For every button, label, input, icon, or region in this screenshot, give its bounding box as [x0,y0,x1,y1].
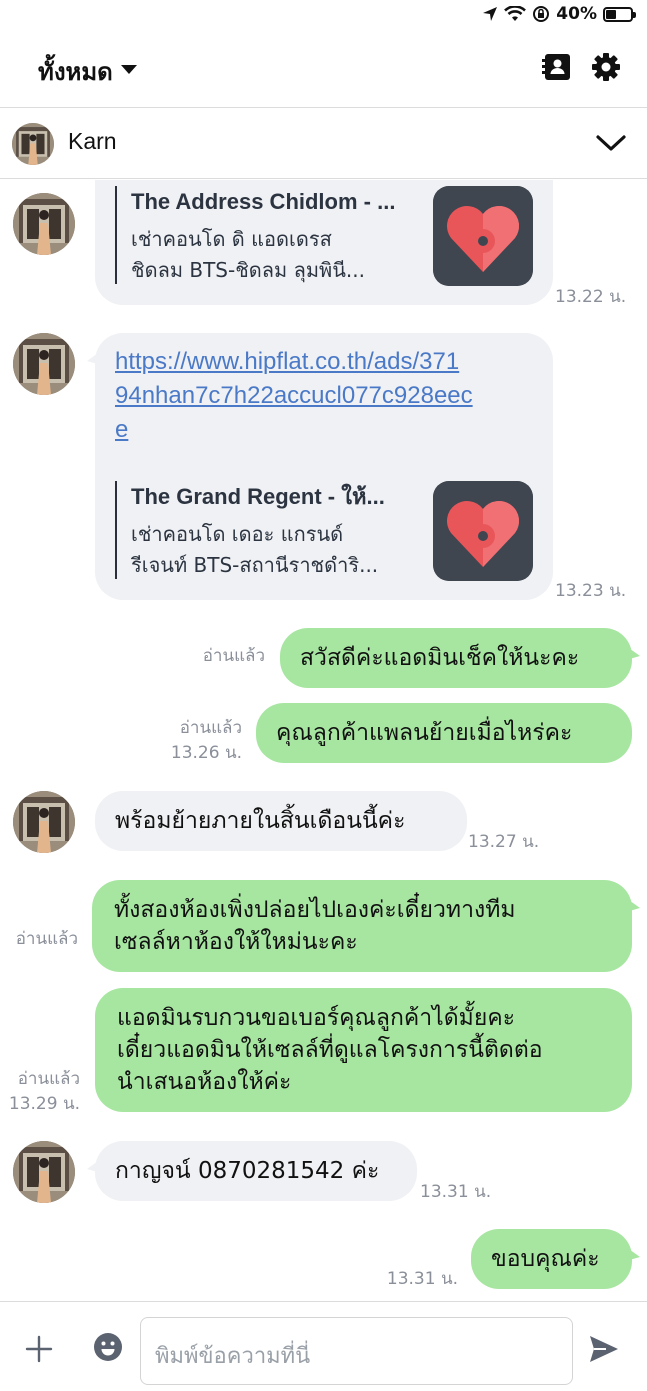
emoji-icon[interactable] [93,1332,123,1362]
preview-description: เช่าคอนโด ดิ แอดเดรส ชิดลม BTS-ชิดลม ลุม… [131,224,411,286]
message-time: 13.27 น. [468,832,540,852]
plus-icon[interactable] [24,1334,54,1364]
preview-description-line: ชิดลม BTS-ชิดลม ลุมพินี... [131,258,365,282]
outgoing-message[interactable]: แอดมินรบกวนขอเบอร์คุณลูกค้าได้มั้ยคะ เดี… [95,988,632,1112]
message-time: 13.26 น. [170,743,242,763]
outgoing-message[interactable]: คุณลูกค้าแพลนย้ายเมื่อไหร่คะ [256,703,632,763]
preview-title: The Grand Regent - ให้... [131,484,385,509]
app-header: ทั้งหมด [0,30,647,108]
message-text: เดี๋ยวแอดมินให้เซลล์ที่ดูแลโครงการนี้ติด… [117,1037,543,1063]
message-text: กาญจน์ 0870281542 ค่ะ [115,1158,380,1184]
incoming-message[interactable]: พร้อมย้ายภายในสิ้นเดือนนี้ค่ะ [95,791,467,851]
link-preview-message[interactable]: The Address Chidlom - ... เช่าคอนโด ดิ แ… [95,180,553,305]
incoming-message[interactable]: กาญจน์ 0870281542 ค่ะ [87,1141,417,1201]
read-receipt: อ่านแล้ว [17,1069,80,1089]
avatar[interactable] [12,123,54,165]
message-text: สวัสดีค่ะแอดมินเช็คให้นะคะ [300,645,580,671]
link-line[interactable]: e [115,413,535,447]
preview-description-line: เช่าคอนโด เดอะ แกรนด์ [131,522,344,546]
message-composer: พิมพ์ข้อความที่นี่ [0,1301,647,1391]
status-bar: 40% [0,0,647,30]
location-arrow-icon [483,7,498,21]
battery-icon [603,6,636,22]
contact-name: Karn [68,128,117,154]
message-input[interactable]: พิมพ์ข้อความที่นี่ [140,1317,573,1385]
read-receipt: อ่านแล้ว [15,929,78,949]
message-text: ทั้งสองห้องเพิ่งปล่อยไปเองค่ะเดี๋ยวทางที… [114,897,516,923]
message-link[interactable]: https://www.hipflat.co.th/ads/371 94nhan… [115,345,535,447]
message-list[interactable]: The Address Chidlom - ... เช่าคอนโด ดิ แ… [0,180,647,1300]
avatar [13,193,75,255]
chat-filter-dropdown[interactable]: ทั้งหมด [38,52,137,91]
message-text: เซลล์หาห้องให้ใหม่นะคะ [114,929,358,955]
read-receipt: อ่านแล้ว [202,646,265,666]
message-text: นำเสนอห้องให้ค่ะ [117,1069,292,1095]
link-preview-card[interactable]: The Grand Regent - ให้... เช่าคอนโด เดอะ… [115,481,533,581]
message-text: ขอบคุณค่ะ [491,1246,600,1272]
send-icon[interactable] [588,1333,620,1365]
outgoing-message[interactable]: สวัสดีค่ะแอดมินเช็คให้นะคะ [280,628,640,688]
bubble-tail [87,1159,101,1173]
chat-filter-label: ทั้งหมด [38,58,113,86]
preview-description-line: เช่าคอนโด ดิ แอดเดรส [131,227,332,251]
read-receipt: อ่านแล้ว [179,718,242,738]
message-time: 13.31 น. [420,1182,492,1202]
link-line[interactable]: 94nhan7c7h22accucl077c928eec [115,379,535,413]
preview-divider [115,481,117,579]
wifi-icon [504,6,527,21]
message-text: พร้อมย้ายภายในสิ้นเดือนนี้ค่ะ [115,808,406,834]
battery-percent: 40% [556,4,597,24]
avatar [13,1141,75,1203]
message-time: 13.23 น. [555,581,627,601]
orientation-lock-icon [533,6,550,22]
avatar [13,333,75,395]
message-text: แอดมินรบกวนขอเบอร์คุณลูกค้าได้มั้ยคะ [117,1005,516,1031]
bubble-tail [626,1247,640,1261]
contact-book-icon[interactable] [542,52,572,82]
map-pin-heart-icon [433,481,533,581]
message-time: 13.22 น. [555,287,627,307]
caret-down-icon [120,65,137,74]
chevron-down-icon[interactable] [595,128,627,158]
map-pin-heart-icon [433,186,533,286]
bubble-tail [626,898,640,912]
bubble-tail [626,646,640,660]
gear-icon[interactable] [591,52,621,82]
message-text: คุณลูกค้าแพลนย้ายเมื่อไหร่คะ [276,720,573,746]
outgoing-message[interactable]: ขอบคุณค่ะ [471,1229,640,1289]
link-line[interactable]: https://www.hipflat.co.th/ads/371 [115,345,535,379]
avatar [13,791,75,853]
preview-description-line: รีเจนท์ BTS-สถานีราชดำริ... [131,553,379,577]
preview-description: เช่าคอนโด เดอะ แกรนด์ รีเจนท์ BTS-สถานีร… [131,519,411,581]
preview-title: The Address Chidlom - ... [131,189,396,214]
bubble-tail [87,351,101,365]
link-message[interactable]: https://www.hipflat.co.th/ads/371 94nhan… [87,333,553,600]
message-time: 13.29 น. [8,1094,80,1114]
chat-contact-bar[interactable]: Karn [0,108,647,179]
preview-divider [115,186,117,284]
link-preview-card[interactable]: The Address Chidlom - ... เช่าคอนโด ดิ แ… [115,186,533,286]
outgoing-message[interactable]: ทั้งสองห้องเพิ่งปล่อยไปเองค่ะเดี๋ยวทางที… [92,880,640,972]
message-time: 13.31 น. [386,1269,458,1289]
